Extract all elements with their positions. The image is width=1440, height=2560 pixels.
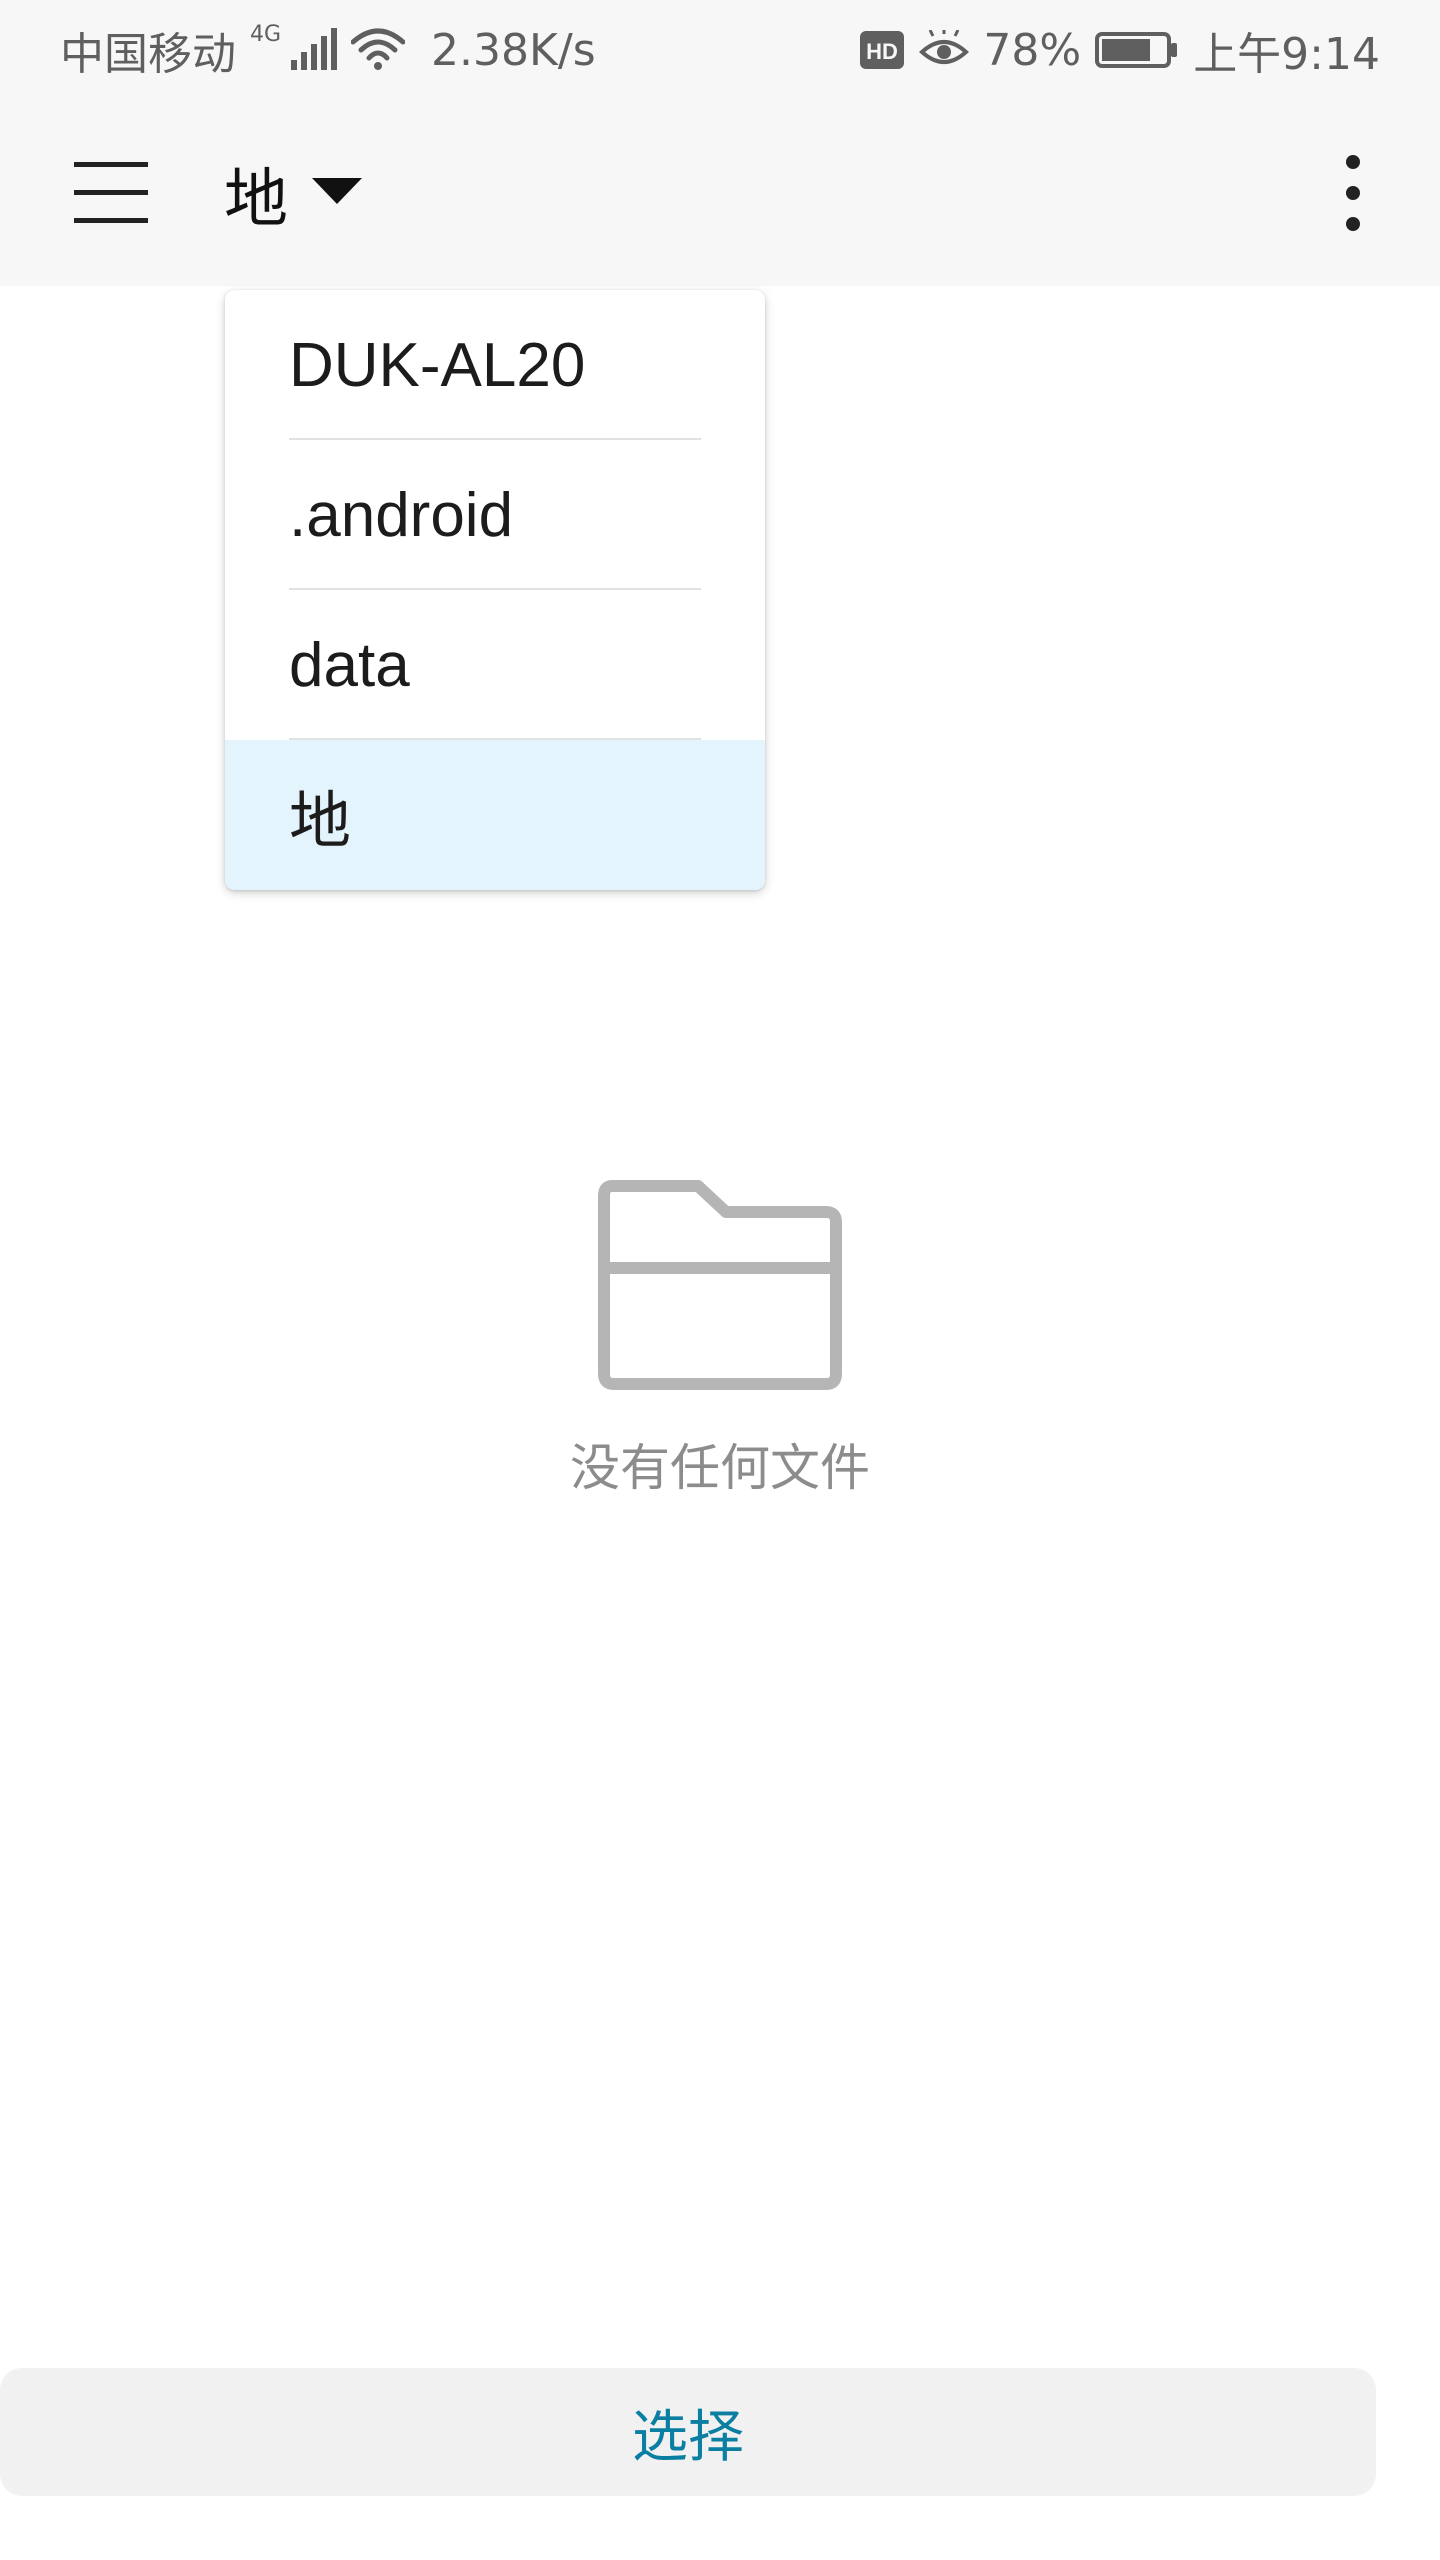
eye-icon — [919, 30, 970, 70]
dropdown-item-label: 地 — [289, 787, 352, 856]
path-selector[interactable]: 地 — [224, 146, 362, 242]
empty-folder-icon — [598, 1180, 842, 1390]
select-button[interactable]: 选择 — [0, 2368, 1376, 2496]
dropdown-item-current[interactable]: 地 — [225, 740, 765, 890]
dropdown-item-duk-al20[interactable]: DUK-AL20 — [225, 290, 765, 440]
caret-down-icon — [312, 178, 362, 210]
dropdown-item-label: data — [289, 630, 410, 700]
dropdown-item-android[interactable]: .android — [225, 440, 765, 590]
status-right: HD 78% 上午9:14 — [859, 18, 1380, 82]
current-path-title: 地 — [224, 163, 288, 237]
network-type: 4G — [250, 21, 282, 47]
path-dropdown-menu: DUK-AL20 .android data 地 — [225, 290, 765, 890]
hamburger-menu-icon[interactable] — [74, 160, 148, 226]
dropdown-item-data[interactable]: data — [225, 590, 765, 740]
more-vertical-icon[interactable] — [1330, 148, 1376, 238]
battery-icon — [1095, 30, 1179, 70]
svg-text:HD: HD — [867, 39, 899, 64]
dropdown-item-label: .android — [289, 480, 514, 550]
signal-icon — [289, 28, 338, 72]
status-bar: 中国移动 4G 2.38K/s HD 78% 上午9:14 — [0, 0, 1440, 100]
status-left: 中国移动 4G 2.38K/s — [60, 18, 596, 82]
empty-state-message: 没有任何文件 — [570, 1439, 870, 1497]
app-bar: 地 — [0, 100, 1440, 286]
battery-percent: 78% — [983, 24, 1082, 76]
clock: 上午9:14 — [1193, 29, 1380, 80]
network-speed: 2.38K/s — [431, 24, 596, 76]
carrier-name: 中国移动 — [60, 29, 236, 80]
dropdown-item-label: DUK-AL20 — [289, 330, 586, 400]
hd-icon: HD — [859, 30, 905, 70]
wifi-icon — [351, 28, 406, 72]
